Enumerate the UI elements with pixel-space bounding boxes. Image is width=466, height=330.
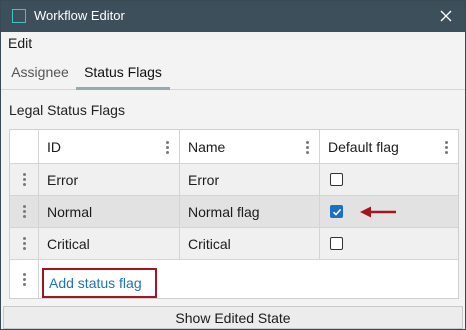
kebab-icon[interactable] (303, 139, 311, 155)
column-header-default-flag[interactable]: Default flag (320, 130, 458, 163)
add-row: Add status flag (10, 260, 458, 298)
cell-default-flag (320, 228, 458, 259)
window-title: Workflow Editor (34, 8, 125, 23)
checkmark-icon (332, 208, 341, 216)
default-flag-checkbox[interactable] (330, 173, 343, 186)
title-bar: Workflow Editor (1, 1, 465, 32)
close-button[interactable] (435, 5, 457, 27)
column-header-id[interactable]: ID (39, 130, 180, 163)
workflow-editor-window: Workflow Editor Edit Assignee Status Fla… (0, 0, 466, 330)
cell-id[interactable]: Normal (39, 196, 180, 227)
section-title: Legal Status Flags (9, 102, 125, 118)
kebab-icon (20, 172, 28, 188)
cell-name[interactable]: Normal flag (180, 196, 320, 227)
header-handle-cell (10, 130, 39, 163)
cell-name[interactable]: Critical (180, 228, 320, 259)
kebab-icon (20, 204, 28, 220)
grid-header-row: ID Name Default flag (10, 130, 458, 164)
cell-name[interactable]: Error (180, 164, 320, 195)
row-handle[interactable] (10, 260, 39, 298)
add-status-flag-link[interactable]: Add status flag (42, 268, 157, 298)
default-flag-checkbox[interactable] (330, 205, 343, 218)
kebab-icon (20, 236, 28, 252)
column-header-default-flag-label: Default flag (328, 138, 399, 155)
active-tab-indicator (76, 87, 170, 90)
cell-default-flag (320, 164, 458, 195)
kebab-icon[interactable] (442, 139, 450, 155)
menu-bar: Edit (1, 32, 465, 54)
cell-id[interactable]: Critical (39, 228, 180, 259)
table-row[interactable]: Normal Normal flag (10, 196, 458, 228)
show-edited-state-button[interactable]: Show Edited State (3, 306, 463, 329)
arrow-left-icon (360, 206, 396, 218)
kebab-icon (20, 271, 28, 287)
table-row[interactable]: Error Error (10, 164, 458, 196)
tab-bar: Assignee Status Flags (1, 54, 465, 90)
column-header-name-label: Name (188, 138, 226, 155)
row-handle[interactable] (10, 164, 39, 195)
column-header-name[interactable]: Name (180, 130, 320, 163)
app-icon (12, 9, 26, 23)
menu-item-edit[interactable]: Edit (8, 35, 32, 51)
tab-status-flags[interactable]: Status Flags (76, 54, 170, 90)
row-handle[interactable] (10, 228, 39, 259)
close-icon (440, 10, 452, 22)
column-header-id-label: ID (47, 138, 61, 155)
kebab-icon[interactable] (163, 139, 171, 155)
tab-assignee[interactable]: Assignee (6, 54, 74, 90)
default-flag-checkbox[interactable] (330, 237, 343, 250)
row-handle[interactable] (10, 196, 39, 227)
status-flags-grid: ID Name Default flag Error Error Normal … (9, 129, 459, 299)
table-row[interactable]: Critical Critical (10, 228, 458, 260)
tab-status-flags-label: Status Flags (84, 64, 162, 80)
cell-id[interactable]: Error (39, 164, 180, 195)
